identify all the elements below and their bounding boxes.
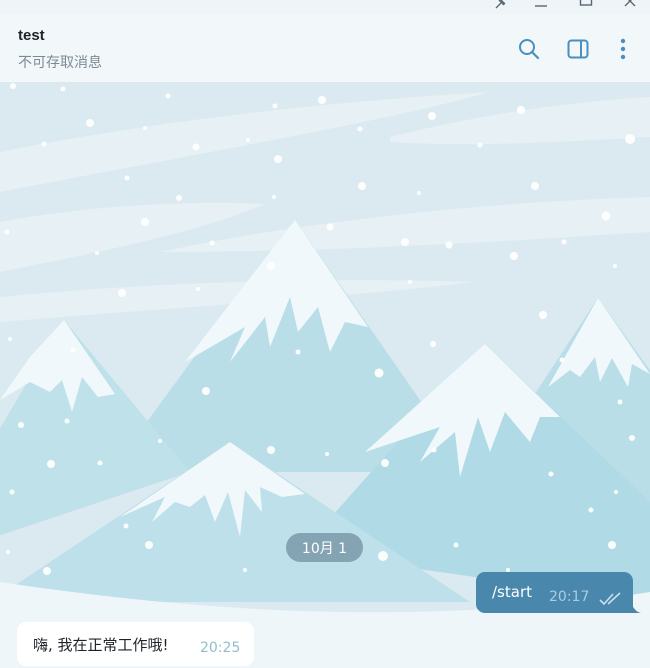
chat-status: 不可存取消息 — [18, 55, 102, 71]
bubble-tail — [631, 601, 641, 613]
message-time: 20:25 — [200, 640, 241, 656]
minimize-icon[interactable] — [527, 0, 555, 14]
pin-icon[interactable] — [486, 0, 514, 14]
chat-title[interactable]: test — [18, 27, 45, 44]
message-time: 20:17 — [549, 589, 590, 605]
incoming-message[interactable]: 嗨, 我在正常工作哦! 20:25 — [17, 622, 254, 666]
window-titlebar — [0, 0, 650, 14]
double-check-icon — [599, 591, 623, 610]
sidebar-toggle-icon[interactable] — [563, 34, 593, 64]
message-text: 嗨, 我在正常工作哦! — [33, 636, 169, 654]
close-icon[interactable] — [616, 0, 644, 14]
chat-header: test 不可存取消息 — [0, 14, 650, 82]
outgoing-message[interactable]: /start 20:17 — [476, 572, 641, 613]
date-separator: 10月 1 — [286, 533, 363, 562]
search-icon[interactable] — [514, 34, 544, 64]
more-vertical-icon[interactable] — [608, 34, 638, 64]
message-text: /start — [492, 583, 532, 601]
maximize-icon[interactable] — [572, 0, 600, 14]
chat-messages-area[interactable]: 10月 1 /start 20:17 嗨, 我在正常工作哦! 20:25 — [0, 82, 650, 668]
